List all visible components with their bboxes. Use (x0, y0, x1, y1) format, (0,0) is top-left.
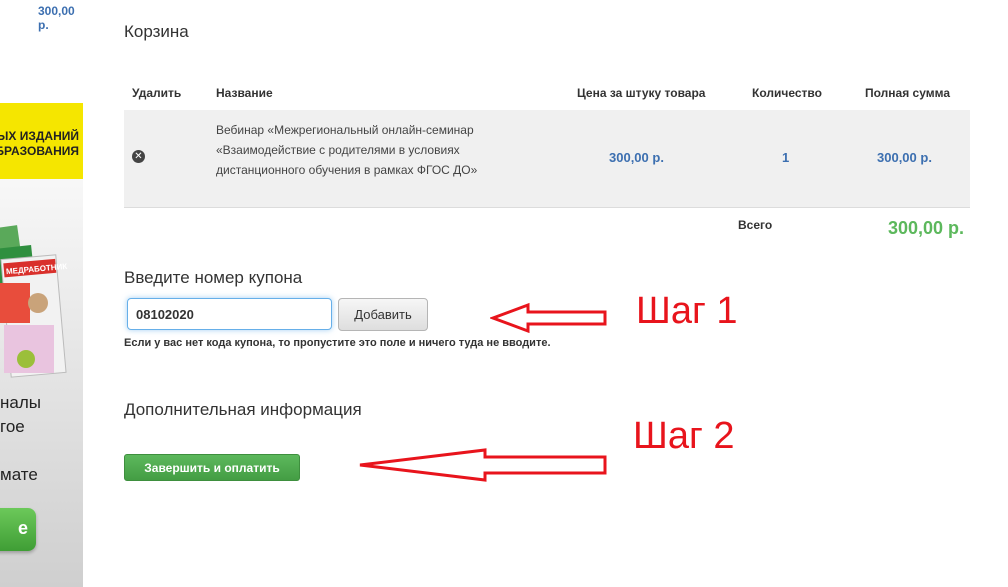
sidebar-promo-button-label: е (17, 518, 28, 538)
cart-item-name[interactable]: Вебинар «Межрегиональный онлайн-семинар … (216, 120, 501, 180)
column-header-remove: Удалить (132, 86, 182, 100)
grand-total-label: Всего (738, 218, 773, 232)
step1-arrow-icon (490, 302, 607, 334)
sidebar-text-line3: мате (0, 465, 38, 484)
coupon-note: Если у вас нет кода купона, то пропустит… (124, 337, 551, 349)
promo-yellow-banner: НЫХ ИЗДАНИЙ ОБРАЗОВАНИЯ (0, 103, 83, 179)
column-header-name: Название (216, 86, 273, 100)
magazine-covers-image: МЕДРАБОТНИК (0, 225, 68, 378)
column-header-quantity: Количество (752, 86, 822, 100)
finish-and-pay-button[interactable]: Завершить и оплатить (124, 454, 300, 481)
column-header-unit-price: Цена за штуку товара (577, 86, 706, 100)
step2-annotation: Шаг 2 (633, 415, 735, 457)
cart-item-total: 300,00 р. (877, 150, 932, 165)
sidebar-promo-button[interactable]: е (0, 508, 36, 551)
remove-item-icon[interactable]: ✕ (132, 150, 145, 163)
additional-info-heading: Дополнительная информация (124, 400, 362, 419)
promo-banner-line1: НЫХ ИЗДАНИЙ (0, 129, 79, 143)
cart-item-quantity: 1 (782, 150, 790, 165)
coupon-heading: Введите номер купона (124, 268, 303, 287)
grand-total-value: 300,00 р. (888, 218, 965, 238)
sidebar-product-price: 300,00 р. (38, 4, 75, 32)
cart-item-unit-price: 300,00 р. (609, 150, 664, 165)
sidebar-text-line1: налы (0, 393, 41, 412)
step1-annotation: Шаг 1 (636, 290, 738, 332)
coupon-input[interactable] (127, 298, 332, 330)
left-sidebar: 300,00 р. НЫХ ИЗДАНИЙ ОБРАЗОВАНИЯ МЕДРАБ… (0, 0, 83, 587)
step2-arrow-icon (359, 448, 607, 482)
add-coupon-button[interactable]: Добавить (338, 298, 428, 331)
cart-title: Корзина (124, 22, 189, 41)
sidebar-promo-panel[interactable]: НЫХ ИЗДАНИЙ ОБРАЗОВАНИЯ МЕДРАБОТНИК налы… (0, 103, 83, 587)
column-header-total: Полная сумма (865, 86, 950, 100)
cart-item-row: ✕ Вебинар «Межрегиональный онлайн-семина… (124, 110, 970, 208)
sidebar-text-line2: гое (0, 417, 25, 436)
promo-banner-line2: ОБРАЗОВАНИЯ (0, 144, 79, 158)
